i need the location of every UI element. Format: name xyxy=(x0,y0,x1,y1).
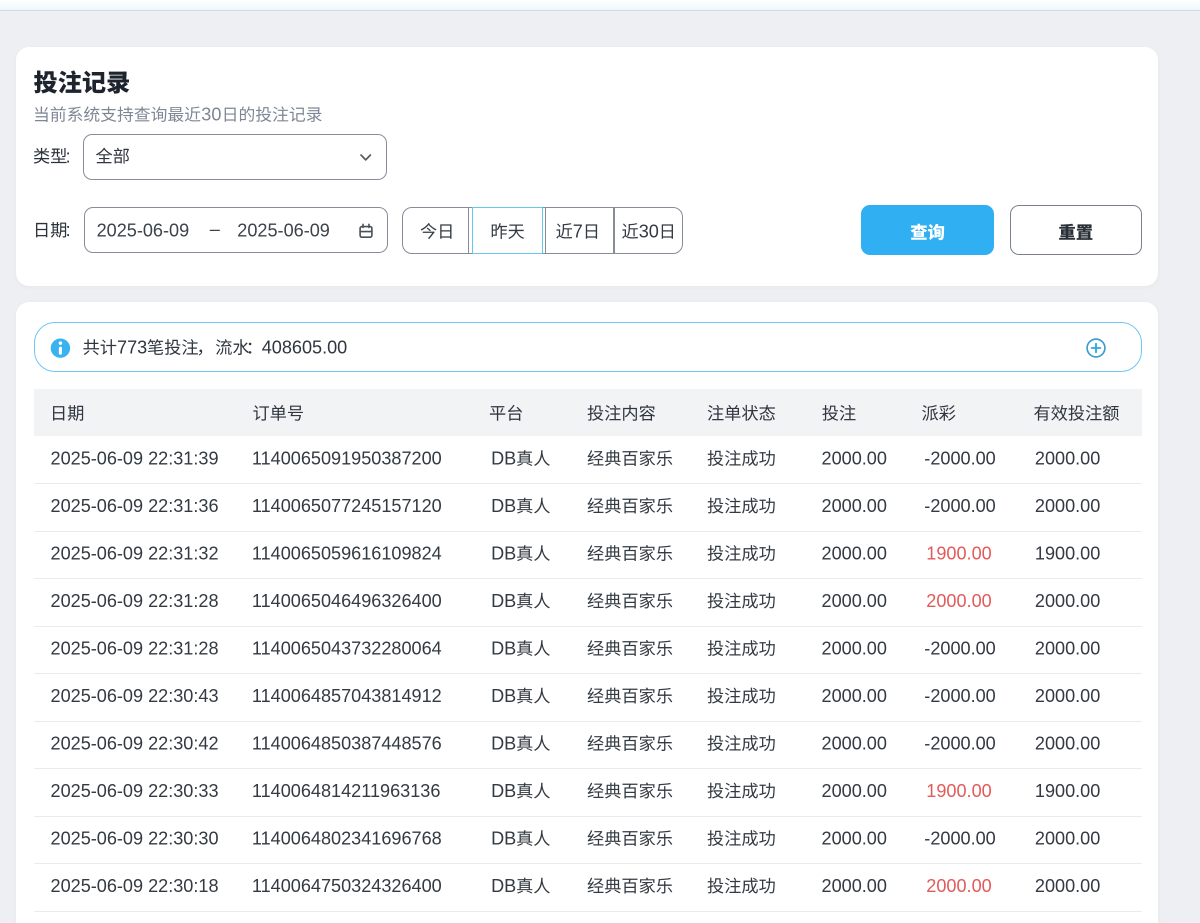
svg-text:DB: DB xyxy=(491,829,516,849)
svg-text:1140064814211963136: 1140064814211963136 xyxy=(252,781,441,801)
svg-text:1900.00: 1900.00 xyxy=(926,544,991,564)
svg-text:2000.00: 2000.00 xyxy=(822,639,887,659)
svg-text::: : xyxy=(66,146,71,166)
svg-text:DB: DB xyxy=(491,544,516,564)
svg-text:2025-06-09: 2025-06-09 xyxy=(237,220,330,240)
svg-text:2000.00: 2000.00 xyxy=(822,829,887,849)
svg-text:DB: DB xyxy=(491,734,516,754)
svg-text:2000.00: 2000.00 xyxy=(1035,829,1100,849)
svg-text:2000.00: 2000.00 xyxy=(1035,686,1100,706)
svg-text:2025-06-09 22:30:30: 2025-06-09 22:30:30 xyxy=(51,829,219,849)
svg-text:–: – xyxy=(210,219,221,239)
svg-text:2000.00: 2000.00 xyxy=(926,591,991,611)
svg-text:1140065059616109824: 1140065059616109824 xyxy=(252,544,442,564)
svg-text:2000.00: 2000.00 xyxy=(1035,639,1100,659)
svg-text:-2000.00: -2000.00 xyxy=(924,496,995,516)
svg-text:2000.00: 2000.00 xyxy=(926,876,991,896)
svg-text:DB: DB xyxy=(491,781,516,801)
svg-text:1140065046496326400: 1140065046496326400 xyxy=(252,591,442,611)
svg-text:2025-06-09 22:31:36: 2025-06-09 22:31:36 xyxy=(51,496,219,516)
svg-text:1140065091950387200: 1140065091950387200 xyxy=(252,449,442,469)
svg-text:1900.00: 1900.00 xyxy=(926,781,991,801)
svg-text:2000.00: 2000.00 xyxy=(822,591,887,611)
svg-text:DB: DB xyxy=(491,876,516,896)
svg-text:2025-06-09 22:31:39: 2025-06-09 22:31:39 xyxy=(51,449,219,469)
svg-text:-2000.00: -2000.00 xyxy=(924,829,995,849)
svg-text:-2000.00: -2000.00 xyxy=(924,734,995,754)
svg-text:1140065043732280064: 1140065043732280064 xyxy=(252,639,442,659)
svg-text:2000.00: 2000.00 xyxy=(1035,876,1100,896)
svg-text:2025-06-09 22:31:28: 2025-06-09 22:31:28 xyxy=(51,639,219,659)
svg-text:DB: DB xyxy=(491,496,516,516)
svg-text:DB: DB xyxy=(491,591,516,611)
svg-text:1900.00: 1900.00 xyxy=(1035,544,1100,564)
svg-text:2025-06-09 22:31:32: 2025-06-09 22:31:32 xyxy=(51,544,219,564)
svg-text:-2000.00: -2000.00 xyxy=(924,449,995,469)
svg-text:DB: DB xyxy=(491,686,516,706)
svg-text:2025-06-09 22:31:28: 2025-06-09 22:31:28 xyxy=(51,591,219,611)
svg-text:1140064850387448576: 1140064850387448576 xyxy=(252,734,442,754)
svg-text:1900.00: 1900.00 xyxy=(1035,781,1100,801)
svg-text:2025-06-09 22:30:43: 2025-06-09 22:30:43 xyxy=(51,686,219,706)
svg-text:2000.00: 2000.00 xyxy=(1035,449,1100,469)
svg-text:2000.00: 2000.00 xyxy=(1035,734,1100,754)
svg-text:2000.00: 2000.00 xyxy=(1035,591,1100,611)
svg-text:30: 30 xyxy=(201,105,221,125)
svg-text:DB: DB xyxy=(491,639,516,659)
svg-text:2000.00: 2000.00 xyxy=(822,544,887,564)
svg-text:2000.00: 2000.00 xyxy=(822,734,887,754)
svg-text:2025-06-09 22:30:42: 2025-06-09 22:30:42 xyxy=(51,734,219,754)
svg-text:DB: DB xyxy=(491,449,516,469)
svg-text:2000.00: 2000.00 xyxy=(822,496,887,516)
svg-text:2000.00: 2000.00 xyxy=(822,449,887,469)
svg-text:-2000.00: -2000.00 xyxy=(924,686,995,706)
svg-text:2000.00: 2000.00 xyxy=(822,876,887,896)
svg-text:2025-06-09: 2025-06-09 xyxy=(97,220,190,240)
svg-text::: : xyxy=(66,220,71,240)
svg-text:7: 7 xyxy=(573,222,583,242)
svg-text:2025-06-09 22:30:33: 2025-06-09 22:30:33 xyxy=(51,781,219,801)
svg-text:773: 773 xyxy=(117,338,147,358)
svg-text:1140065077245157120: 1140065077245157120 xyxy=(252,496,442,516)
svg-text:408605.00: 408605.00 xyxy=(262,338,348,358)
svg-text:30: 30 xyxy=(639,222,659,242)
svg-text:1140064857043814912: 1140064857043814912 xyxy=(252,686,442,706)
svg-text:1140064802341696768: 1140064802341696768 xyxy=(252,829,442,849)
svg-text:1140064750324326400: 1140064750324326400 xyxy=(252,876,442,896)
svg-text:2000.00: 2000.00 xyxy=(822,686,887,706)
svg-text:2000.00: 2000.00 xyxy=(822,781,887,801)
svg-text:2025-06-09 22:30:18: 2025-06-09 22:30:18 xyxy=(51,876,219,896)
svg-text:-2000.00: -2000.00 xyxy=(924,639,995,659)
svg-text:2000.00: 2000.00 xyxy=(1035,496,1100,516)
